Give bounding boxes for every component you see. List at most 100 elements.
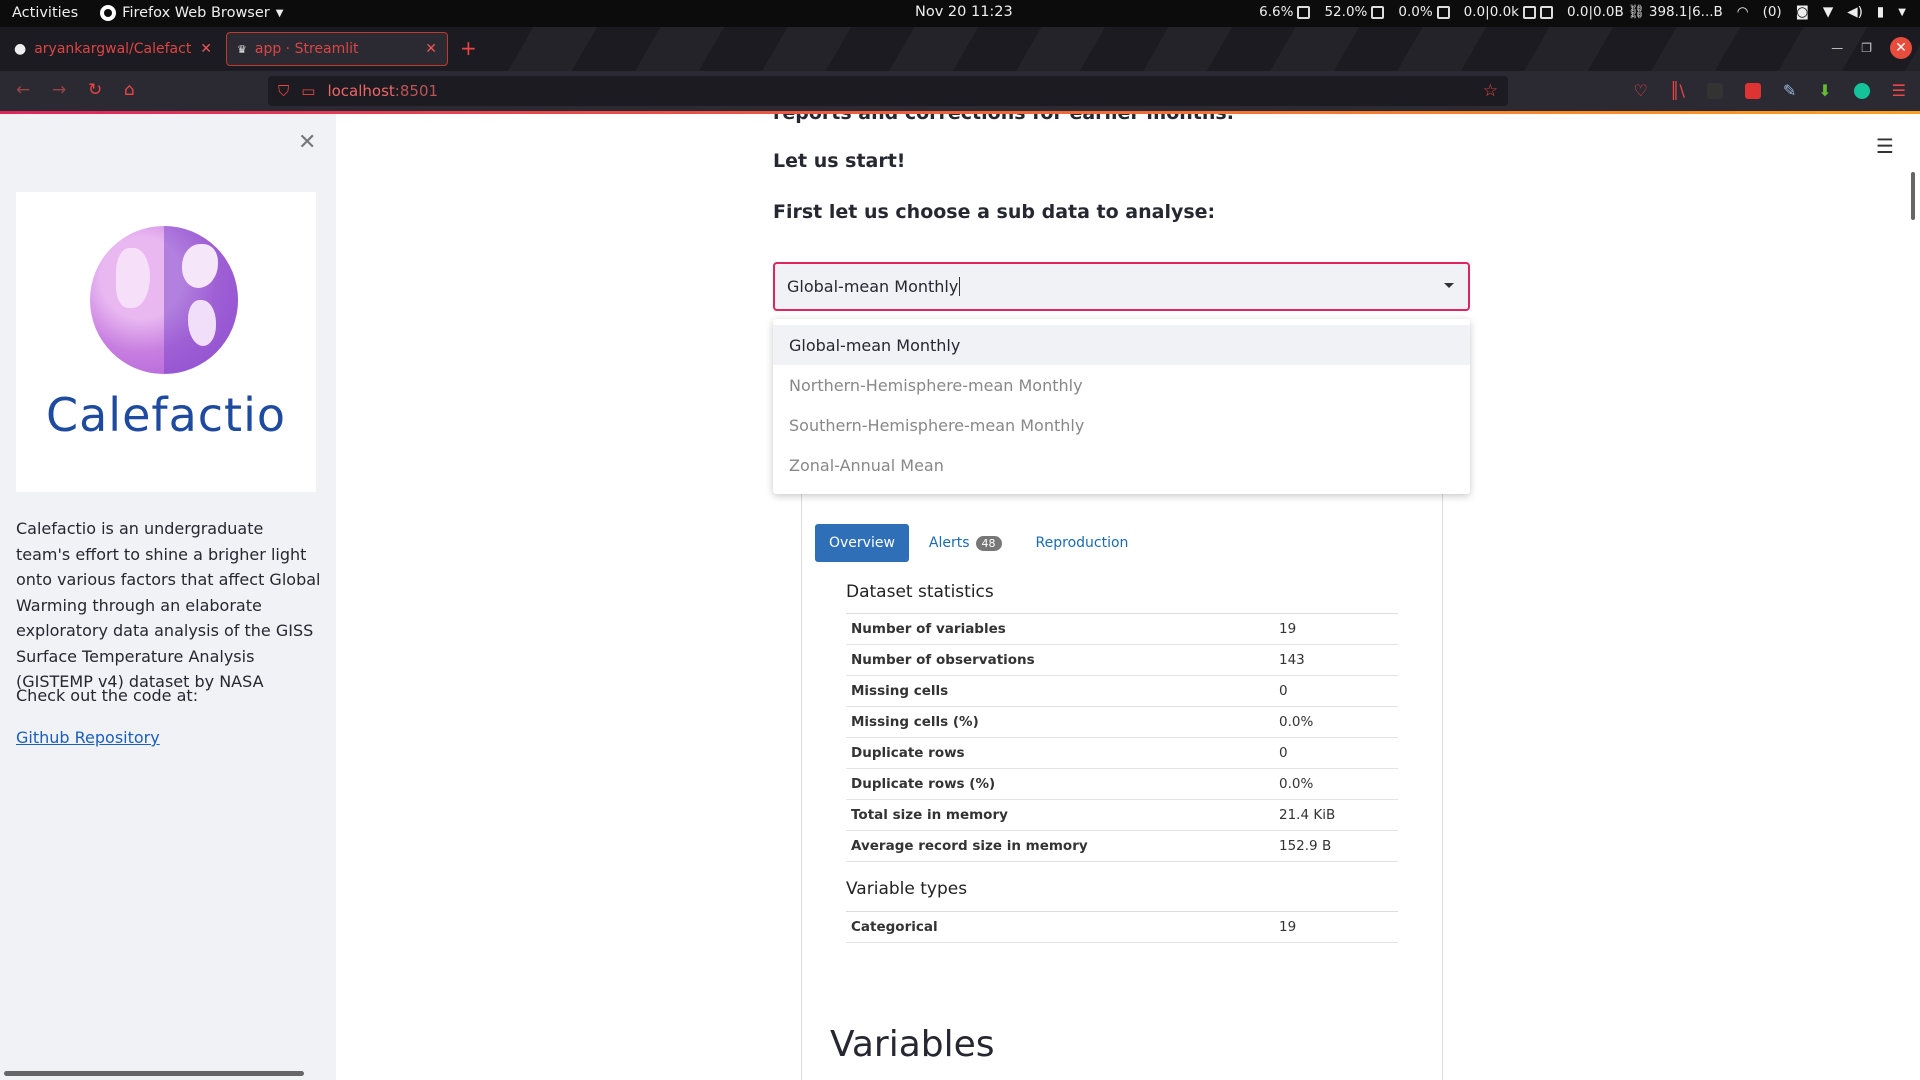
activities-button[interactable]: Activities [12,5,78,21]
sidebar: ✕ Calefactio Calefactio is an undergradu… [0,114,336,1080]
swap-icon [1436,5,1450,19]
close-sidebar-icon[interactable]: ✕ [298,130,316,155]
minimize-icon[interactable]: — [1831,41,1843,55]
hamburger-menu-icon[interactable]: ☰ [1876,134,1894,158]
app-name: Firefox Web Browser [122,5,270,21]
tab-overview[interactable]: Overview [815,524,909,562]
dataset-statistics-table: Number of variables 19 Number of observat… [846,613,1398,862]
clock[interactable]: Nov 20 11:23 [915,4,1013,20]
code-label: Check out the code at: [16,686,199,705]
variable-types-table: Categorical 19 [846,911,1398,943]
url-text[interactable]: localhost:8501 [327,82,438,100]
browser-tab-streamlit[interactable]: ♛ app · Streamlit ✕ [226,32,448,66]
menu-icon[interactable]: ☰ [1892,81,1906,100]
select-value: Global-mean Monthly [787,277,959,296]
disk-icon [1522,5,1536,19]
dropdown-option[interactable]: Global-mean Monthly [773,325,1470,365]
close-tab-icon[interactable]: ✕ [200,41,212,57]
tab-label: Overview [829,535,895,551]
dropdown-option[interactable]: Zonal-Annual Mean [773,445,1470,485]
net-io: 0.0|0.0B [1566,4,1624,20]
table-row: Number of variables 19 [846,613,1398,645]
github-icon: ● [14,41,27,57]
github-repo-link[interactable]: Github Repository [16,728,160,747]
system-top-bar: Activities Firefox Web Browser ▼ Nov 20 … [0,0,1920,27]
variable-types-heading: Variable types [846,879,968,899]
app-menu[interactable]: Firefox Web Browser ▼ [100,5,283,21]
pocket-icon[interactable]: ♡ [1633,81,1647,100]
page-scrollbar[interactable] [1911,172,1915,220]
swap-usage: 0.0% [1398,4,1433,20]
table-row: Duplicate rows 0 [846,737,1398,769]
sidebar-scrollbar[interactable] [4,1071,304,1076]
table-row: Average record size in memory 152.9 B [846,830,1398,862]
extension-icon[interactable] [1706,82,1723,99]
restore-icon[interactable]: ❐ [1861,41,1872,55]
stat-value: 0.0% [1274,768,1398,800]
adblock-icon[interactable] [1744,82,1761,99]
stat-key: Missing cells (%) [846,706,1274,738]
stat-key: Categorical [846,911,1274,943]
stat-key: Number of observations [846,644,1274,676]
logo-text: Calefactio [45,388,287,442]
net-speed: 398.1|6...B [1648,4,1723,20]
bookmark-star-icon[interactable]: ☆ [1483,81,1498,101]
browser-tab-github[interactable]: ● aryankargwal/Calefactio ✕ [4,32,222,66]
table-row: Missing cells (%) 0.0% [846,706,1398,738]
stat-value: 0 [1274,675,1398,707]
stat-key: Duplicate rows [846,737,1274,769]
tab-title: app · Streamlit [254,41,359,57]
url-bar[interactable]: ⛉ ▭ localhost:8501 ☆ [268,76,1508,106]
choose-prompt: First let us choose a sub data to analys… [773,201,1216,223]
window-close-button[interactable]: ✕ [1890,37,1912,59]
sub-data-select[interactable]: Global-mean Monthly [773,262,1470,311]
logo-card: Calefactio [16,192,316,492]
dropdown-option[interactable]: Northern-Hemisphere-mean Monthly [773,365,1470,405]
shield-icon[interactable]: ⛉ [278,82,289,100]
stat-key: Average record size in memory [846,830,1274,862]
screenshot-icon[interactable]: ◙ [1796,4,1809,20]
firefox-icon [100,5,117,21]
close-tab-icon[interactable]: ✕ [425,41,437,57]
report-tabs: Overview Alerts 48 Reproduction [815,524,1148,562]
home-icon[interactable]: ⌂ [124,80,135,100]
back-arrow-icon[interactable]: ← [16,80,30,100]
globe-logo-icon [90,226,238,374]
tab-reproduction[interactable]: Reproduction [1022,524,1143,562]
streamlit-icon: ♛ [237,42,247,56]
download-icon[interactable]: ⬇ [1818,81,1831,100]
stat-value: 0.0% [1274,706,1398,738]
volume-icon[interactable]: ◀) [1847,4,1863,20]
library-icon[interactable]: ║\ [1670,81,1685,100]
memory-icon [1371,5,1385,19]
notification-count[interactable]: (0) [1763,4,1782,20]
wifi-status-icon: ▼ [1822,4,1834,20]
page-icon[interactable]: ▭ [301,82,315,100]
cpu-icon [1297,5,1311,19]
table-row: Total size in memory 21.4 KiB [846,799,1398,831]
disk-io: 0.0|0.0k [1463,4,1519,20]
table-row: Duplicate rows (%) 0.0% [846,768,1398,800]
grammarly-icon[interactable] [1853,82,1870,99]
forward-arrow-icon[interactable]: → [52,80,66,100]
pen-icon[interactable]: ✎ [1783,81,1796,100]
network-icon: ⛓ [1627,4,1645,20]
stat-value: 19 [1274,911,1398,943]
sub-data-dropdown-menu: Global-mean Monthly Northern-Hemisphere-… [773,319,1470,494]
battery-icon[interactable]: ▮ [1877,4,1884,20]
stat-value: 19 [1274,613,1398,645]
browser-tab-bar: ● aryankargwal/Calefactio ✕ ♛ app · Stre… [0,27,1920,71]
new-tab-button[interactable]: + [460,38,477,58]
dropdown-option[interactable]: Southern-Hemisphere-mean Monthly [773,405,1470,445]
text-cursor [959,277,961,296]
table-row: Missing cells 0 [846,675,1398,707]
system-menu-chevron-icon[interactable]: ▼ [1898,7,1906,18]
stat-value: 21.4 KiB [1274,799,1398,831]
browser-nav-bar: ← → ↻ ⌂ ⛉ ▭ localhost:8501 ☆ ♡ ║\ ✎ ⬇ ☰ [0,71,1920,111]
caret-down-icon[interactable] [1444,283,1454,288]
tab-label: Reproduction [1035,535,1129,551]
reload-icon[interactable]: ↻ [88,80,102,100]
tab-alerts[interactable]: Alerts 48 [915,524,1016,562]
url-port: :8501 [394,82,439,100]
stat-value: 143 [1274,644,1398,676]
